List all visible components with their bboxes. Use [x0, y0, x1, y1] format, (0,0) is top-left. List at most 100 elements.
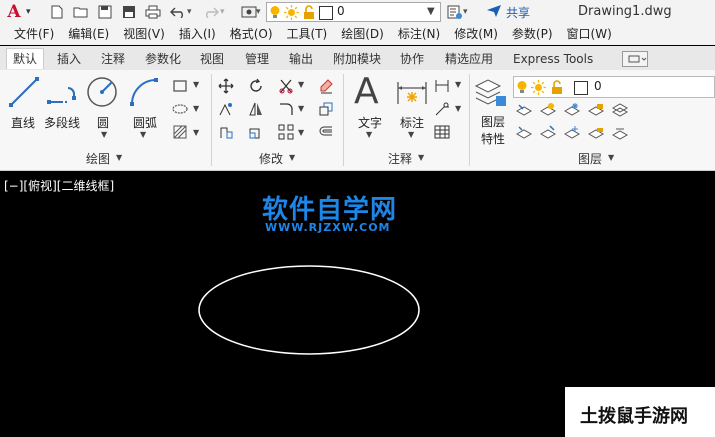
print-icon[interactable]	[144, 3, 162, 21]
modify-panel-title[interactable]: 修改	[259, 150, 283, 167]
ellipse-dropdown-icon[interactable]: ▼	[193, 104, 199, 113]
tab-insert[interactable]: 插入	[57, 49, 81, 69]
tab-featured-apps[interactable]: 精选应用	[445, 49, 493, 69]
line-label[interactable]: 直线	[11, 114, 35, 131]
layer-combo[interactable]: 0	[513, 76, 715, 98]
copy-icon[interactable]	[218, 101, 234, 120]
text-label[interactable]: 文字	[358, 114, 382, 131]
menu-dimension[interactable]: 标注(N)	[384, 24, 440, 45]
layers-panel-title[interactable]: 图层	[578, 150, 602, 167]
undo-dropdown-icon[interactable]: ▾	[187, 7, 192, 17]
polyline-label[interactable]: 多段线	[44, 114, 80, 131]
layer-freeze-icon[interactable]	[563, 102, 581, 121]
layer-properties-label-1[interactable]: 图层	[481, 113, 505, 130]
redo-icon[interactable]	[202, 3, 220, 21]
layer-isolate-icon[interactable]	[539, 102, 557, 121]
tab-express-tools[interactable]: Express Tools	[513, 49, 593, 69]
scale-icon[interactable]	[248, 124, 264, 143]
annotation-panel-title[interactable]: 注释	[388, 150, 412, 167]
array-icon[interactable]	[278, 124, 294, 143]
linear-dimension-dropdown-icon[interactable]: ▼	[455, 80, 461, 89]
fillet-icon[interactable]	[278, 101, 294, 120]
redo-dropdown-icon[interactable]: ▾	[220, 7, 225, 17]
offset-icon[interactable]	[318, 124, 334, 143]
layer-merge-icon[interactable]	[611, 125, 629, 144]
app-menu-dropdown-icon[interactable]: ▾	[26, 7, 31, 17]
arc-icon[interactable]	[128, 76, 160, 111]
tab-output[interactable]: 输出	[289, 49, 313, 69]
tab-annotate[interactable]: 注释	[101, 49, 125, 69]
autocad-logo-icon[interactable]: A	[4, 2, 24, 22]
layer-lock-icon[interactable]	[587, 102, 605, 121]
tab-collaborate[interactable]: 协作	[400, 49, 424, 69]
rectangle-dropdown-icon[interactable]: ▼	[193, 80, 199, 89]
dimension-icon[interactable]	[396, 76, 428, 111]
array-dropdown-icon[interactable]: ▼	[298, 128, 304, 137]
circle-dropdown-icon[interactable]: ▼	[101, 130, 107, 139]
trim-icon[interactable]	[278, 78, 294, 97]
hatch-icon[interactable]	[172, 124, 188, 143]
ellipse-shape[interactable]	[198, 265, 420, 355]
circle-icon[interactable]	[86, 76, 118, 111]
match-properties-icon[interactable]	[446, 3, 464, 21]
menu-draw[interactable]: 绘图(D)	[327, 24, 384, 45]
minimize-ribbon-button[interactable]	[622, 51, 648, 67]
circle-label[interactable]: 圆	[97, 114, 109, 131]
undo-icon[interactable]	[169, 3, 187, 21]
tab-view[interactable]: 视图	[200, 49, 224, 69]
table-icon[interactable]	[434, 124, 450, 143]
leader-icon[interactable]	[434, 101, 450, 120]
polyline-icon[interactable]	[46, 76, 80, 111]
stretch-icon[interactable]	[218, 124, 234, 143]
annotation-panel-expand-icon[interactable]: ▼	[418, 153, 424, 162]
menu-window[interactable]: 窗口(W)	[553, 24, 612, 45]
new-file-icon[interactable]	[48, 3, 66, 21]
open-folder-icon[interactable]	[72, 3, 90, 21]
save-icon[interactable]	[96, 3, 114, 21]
ellipse-tool-icon[interactable]	[172, 101, 188, 120]
move-icon[interactable]	[218, 78, 234, 97]
linear-dimension-icon[interactable]	[434, 78, 450, 97]
layer-properties-icon[interactable]	[474, 76, 508, 113]
line-icon[interactable]	[8, 76, 40, 111]
dimension-label[interactable]: 标注	[400, 114, 424, 131]
erase-icon[interactable]	[318, 78, 334, 97]
layer-walk-icon[interactable]	[611, 102, 629, 121]
rotate-icon[interactable]	[248, 78, 264, 97]
layer-thaw-icon[interactable]	[563, 125, 581, 144]
tab-default[interactable]: 默认	[6, 48, 45, 69]
tab-manage[interactable]: 管理	[245, 49, 269, 69]
trim-dropdown-icon[interactable]: ▼	[298, 80, 304, 89]
layer-make-current-icon[interactable]	[515, 125, 533, 144]
explode-icon[interactable]	[318, 101, 334, 120]
arc-label[interactable]: 圆弧	[133, 114, 157, 131]
text-dropdown-icon[interactable]: ▼	[366, 130, 372, 139]
rectangle-icon[interactable]	[172, 78, 188, 97]
menu-format[interactable]: 格式(O)	[216, 24, 273, 45]
fillet-dropdown-icon[interactable]: ▼	[298, 104, 304, 113]
layer-match-icon[interactable]	[539, 125, 557, 144]
menu-edit[interactable]: 编辑(E)	[54, 24, 109, 45]
dimension-dropdown-icon[interactable]: ▼	[408, 130, 414, 139]
layer-properties-label-2[interactable]: 特性	[481, 130, 505, 147]
hatch-dropdown-icon[interactable]: ▼	[193, 128, 199, 137]
modify-panel-expand-icon[interactable]: ▼	[289, 153, 295, 162]
save-as-icon[interactable]	[120, 3, 138, 21]
draw-panel-expand-icon[interactable]: ▼	[116, 153, 122, 162]
leader-dropdown-icon[interactable]: ▼	[455, 104, 461, 113]
layer-dropdown[interactable]: 0 ▼	[266, 2, 441, 22]
menu-file[interactable]: 文件(F)	[0, 24, 54, 45]
arc-dropdown-icon[interactable]: ▼	[140, 130, 146, 139]
layer-unlock-icon[interactable]	[587, 125, 605, 144]
menu-modify[interactable]: 修改(M)	[440, 24, 498, 45]
menu-parametric[interactable]: 参数(P)	[498, 24, 553, 45]
menu-insert[interactable]: 插入(I)	[165, 24, 216, 45]
layer-off-icon[interactable]	[515, 102, 533, 121]
quick-access-dropdown-icon[interactable]: ▾	[256, 7, 261, 17]
menu-view[interactable]: 视图(V)	[109, 24, 165, 45]
draw-panel-title[interactable]: 绘图	[86, 150, 110, 167]
tab-parametric[interactable]: 参数化	[145, 49, 181, 69]
properties-dropdown-icon[interactable]: ▾	[463, 7, 468, 17]
text-tool-icon[interactable]: A	[354, 74, 379, 110]
mirror-icon[interactable]	[248, 101, 264, 120]
